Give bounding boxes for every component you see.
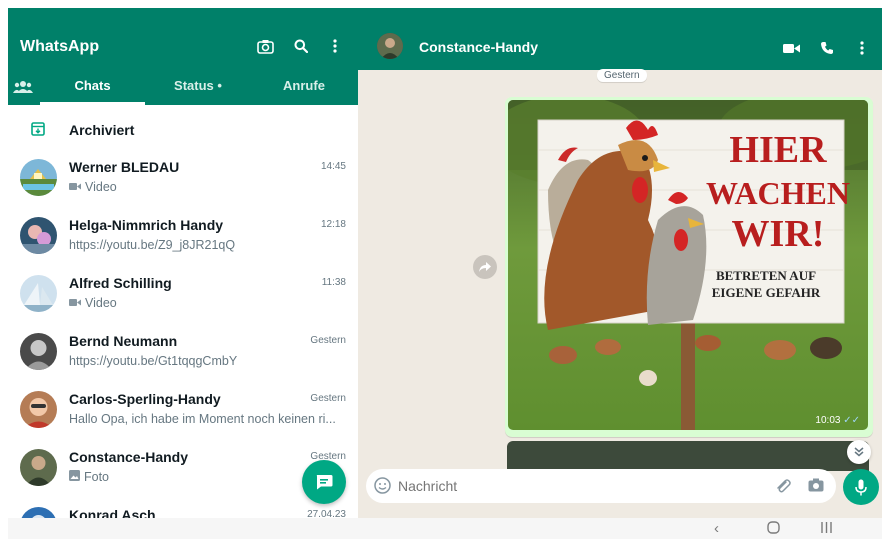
chat-preview-text: https://youtu.be/Z9_j8JR21qQ bbox=[69, 238, 236, 252]
archive-icon bbox=[31, 122, 45, 141]
avatar bbox=[20, 217, 57, 254]
back-nav-icon[interactable]: ‹ bbox=[714, 520, 719, 537]
chat-preview-text: Hallo Opa, ich habe im Moment noch keine… bbox=[69, 412, 336, 426]
read-receipt-icon: ✓✓ bbox=[843, 415, 860, 426]
photo-icon bbox=[69, 470, 80, 484]
chat-preview-text: Foto bbox=[84, 470, 110, 484]
chat-row-carlos-sperling-handy[interactable]: Carlos-Sperling-Handy Hallo Opa, ich hab… bbox=[8, 382, 358, 440]
chat-list-pane: WhatsApp Chats Status • Anrufe Archivier… bbox=[8, 8, 358, 518]
avatar bbox=[20, 391, 57, 428]
sign-subtitle-line-1: BETRETEN AUF bbox=[716, 268, 816, 283]
chat-preview: Foto bbox=[69, 470, 339, 484]
app-header: WhatsApp Chats Status • Anrufe bbox=[8, 8, 358, 105]
chat-preview-text: Video bbox=[85, 296, 117, 310]
image-message-bubble[interactable]: HIER WACHEN WIR! BETRETEN AUF EIGENE GEF… bbox=[505, 97, 873, 437]
chevron-double-down-icon bbox=[854, 447, 864, 457]
chat-preview: Hallo Opa, ich habe im Moment noch keine… bbox=[69, 412, 339, 426]
sign-text-line-2: WACHEN bbox=[706, 175, 850, 211]
chat-preview: Video bbox=[69, 180, 339, 194]
chat-time: 14:45 bbox=[320, 161, 346, 172]
message-time-text: 10:03 bbox=[815, 415, 841, 426]
chat-time: 27.04.23 bbox=[307, 509, 346, 518]
sign-text-line-3: WIR! bbox=[732, 213, 825, 255]
communities-icon[interactable] bbox=[12, 78, 34, 94]
contact-name[interactable]: Constance-Handy bbox=[419, 39, 538, 55]
avatar bbox=[20, 333, 57, 370]
message-input-bar bbox=[366, 469, 836, 503]
new-chat-icon bbox=[316, 475, 333, 490]
chat-row-konrad-asch[interactable]: Konrad Asch 27.04.23 bbox=[8, 498, 358, 518]
video-icon bbox=[69, 296, 81, 310]
video-icon bbox=[69, 180, 81, 194]
tab-calls[interactable]: Anrufe bbox=[254, 78, 354, 105]
conversation-header: Constance-Handy bbox=[358, 8, 882, 70]
date-separator: Gestern bbox=[597, 69, 647, 82]
chat-name: Bernd Neumann bbox=[69, 333, 178, 349]
avatar bbox=[20, 275, 57, 312]
chat-time: Gestern bbox=[310, 393, 346, 404]
forward-icon bbox=[479, 262, 491, 272]
chat-time: Gestern bbox=[310, 335, 346, 346]
message-input[interactable] bbox=[398, 478, 758, 494]
scroll-to-bottom-button[interactable] bbox=[847, 440, 871, 464]
archived-row[interactable]: Archiviert bbox=[8, 108, 358, 150]
sign-text-line-1: HIER bbox=[729, 129, 827, 171]
tab-chats[interactable]: Chats bbox=[40, 78, 145, 105]
chat-preview: https://youtu.be/Gt1tqqgCmbY bbox=[69, 354, 339, 368]
conversation-pane: Constance-Handy Gestern HIER WACHEN WIR!… bbox=[358, 8, 882, 518]
message-image[interactable]: HIER WACHEN WIR! BETRETEN AUF EIGENE GEF… bbox=[508, 100, 868, 430]
chat-name: Konrad Asch bbox=[69, 507, 156, 518]
chat-preview: https://youtu.be/Z9_j8JR21qQ bbox=[69, 238, 339, 252]
app-window: WhatsApp Chats Status • Anrufe Archivier… bbox=[8, 8, 882, 539]
chat-row-werner-bledau[interactable]: Werner BLEDAU Video 14:45 bbox=[8, 150, 358, 208]
chat-time: 12:18 bbox=[320, 219, 346, 230]
recents-nav-icon[interactable] bbox=[820, 521, 833, 538]
app-title: WhatsApp bbox=[20, 38, 100, 55]
phone-icon[interactable] bbox=[817, 38, 837, 58]
avatar bbox=[20, 449, 57, 486]
avatar bbox=[20, 159, 57, 196]
forward-button[interactable] bbox=[473, 255, 497, 279]
more-options-icon[interactable] bbox=[852, 38, 872, 58]
camera-icon[interactable] bbox=[808, 478, 824, 497]
camera-icon[interactable] bbox=[255, 36, 275, 56]
active-tab-indicator bbox=[40, 102, 145, 105]
microphone-icon bbox=[855, 479, 867, 495]
emoji-icon[interactable] bbox=[374, 477, 391, 499]
next-message-preview[interactable] bbox=[507, 441, 869, 471]
chat-row-bernd-neumann[interactable]: Bernd Neumann https://youtu.be/Gt1tqqgCm… bbox=[8, 324, 358, 382]
system-navigation-bar: ‹ bbox=[8, 518, 882, 539]
chat-preview-text: Video bbox=[85, 180, 117, 194]
chat-preview-text: https://youtu.be/Gt1tqqgCmbY bbox=[69, 354, 238, 368]
home-nav-icon[interactable] bbox=[767, 521, 780, 538]
tab-status[interactable]: Status • bbox=[148, 78, 248, 105]
sign-subtitle-line-2: EIGENE GEFAHR bbox=[712, 285, 821, 300]
video-call-icon[interactable] bbox=[781, 38, 801, 58]
chat-name: Constance-Handy bbox=[69, 449, 189, 465]
message-time: 10:03 ✓✓ bbox=[815, 415, 860, 426]
voice-message-button[interactable] bbox=[843, 469, 879, 505]
attach-icon[interactable] bbox=[775, 478, 791, 499]
chat-name: Carlos-Sperling-Handy bbox=[69, 391, 221, 407]
chat-row-helga-nimmrich-handy[interactable]: Helga-Nimmrich Handy https://youtu.be/Z9… bbox=[8, 208, 358, 266]
chat-name: Werner BLEDAU bbox=[69, 159, 180, 175]
chat-name: Helga-Nimmrich Handy bbox=[69, 217, 224, 233]
chat-time: 11:38 bbox=[321, 277, 346, 288]
chat-preview: Video bbox=[69, 296, 339, 310]
archived-label: Archiviert bbox=[69, 122, 135, 138]
more-options-icon[interactable] bbox=[325, 36, 345, 56]
search-icon[interactable] bbox=[291, 36, 311, 56]
contact-avatar[interactable] bbox=[377, 33, 403, 59]
new-chat-button[interactable] bbox=[302, 460, 346, 504]
avatar bbox=[20, 507, 57, 518]
chat-name: Alfred Schilling bbox=[69, 275, 172, 291]
chat-row-alfred-schilling[interactable]: Alfred Schilling Video 11:38 bbox=[8, 266, 358, 324]
